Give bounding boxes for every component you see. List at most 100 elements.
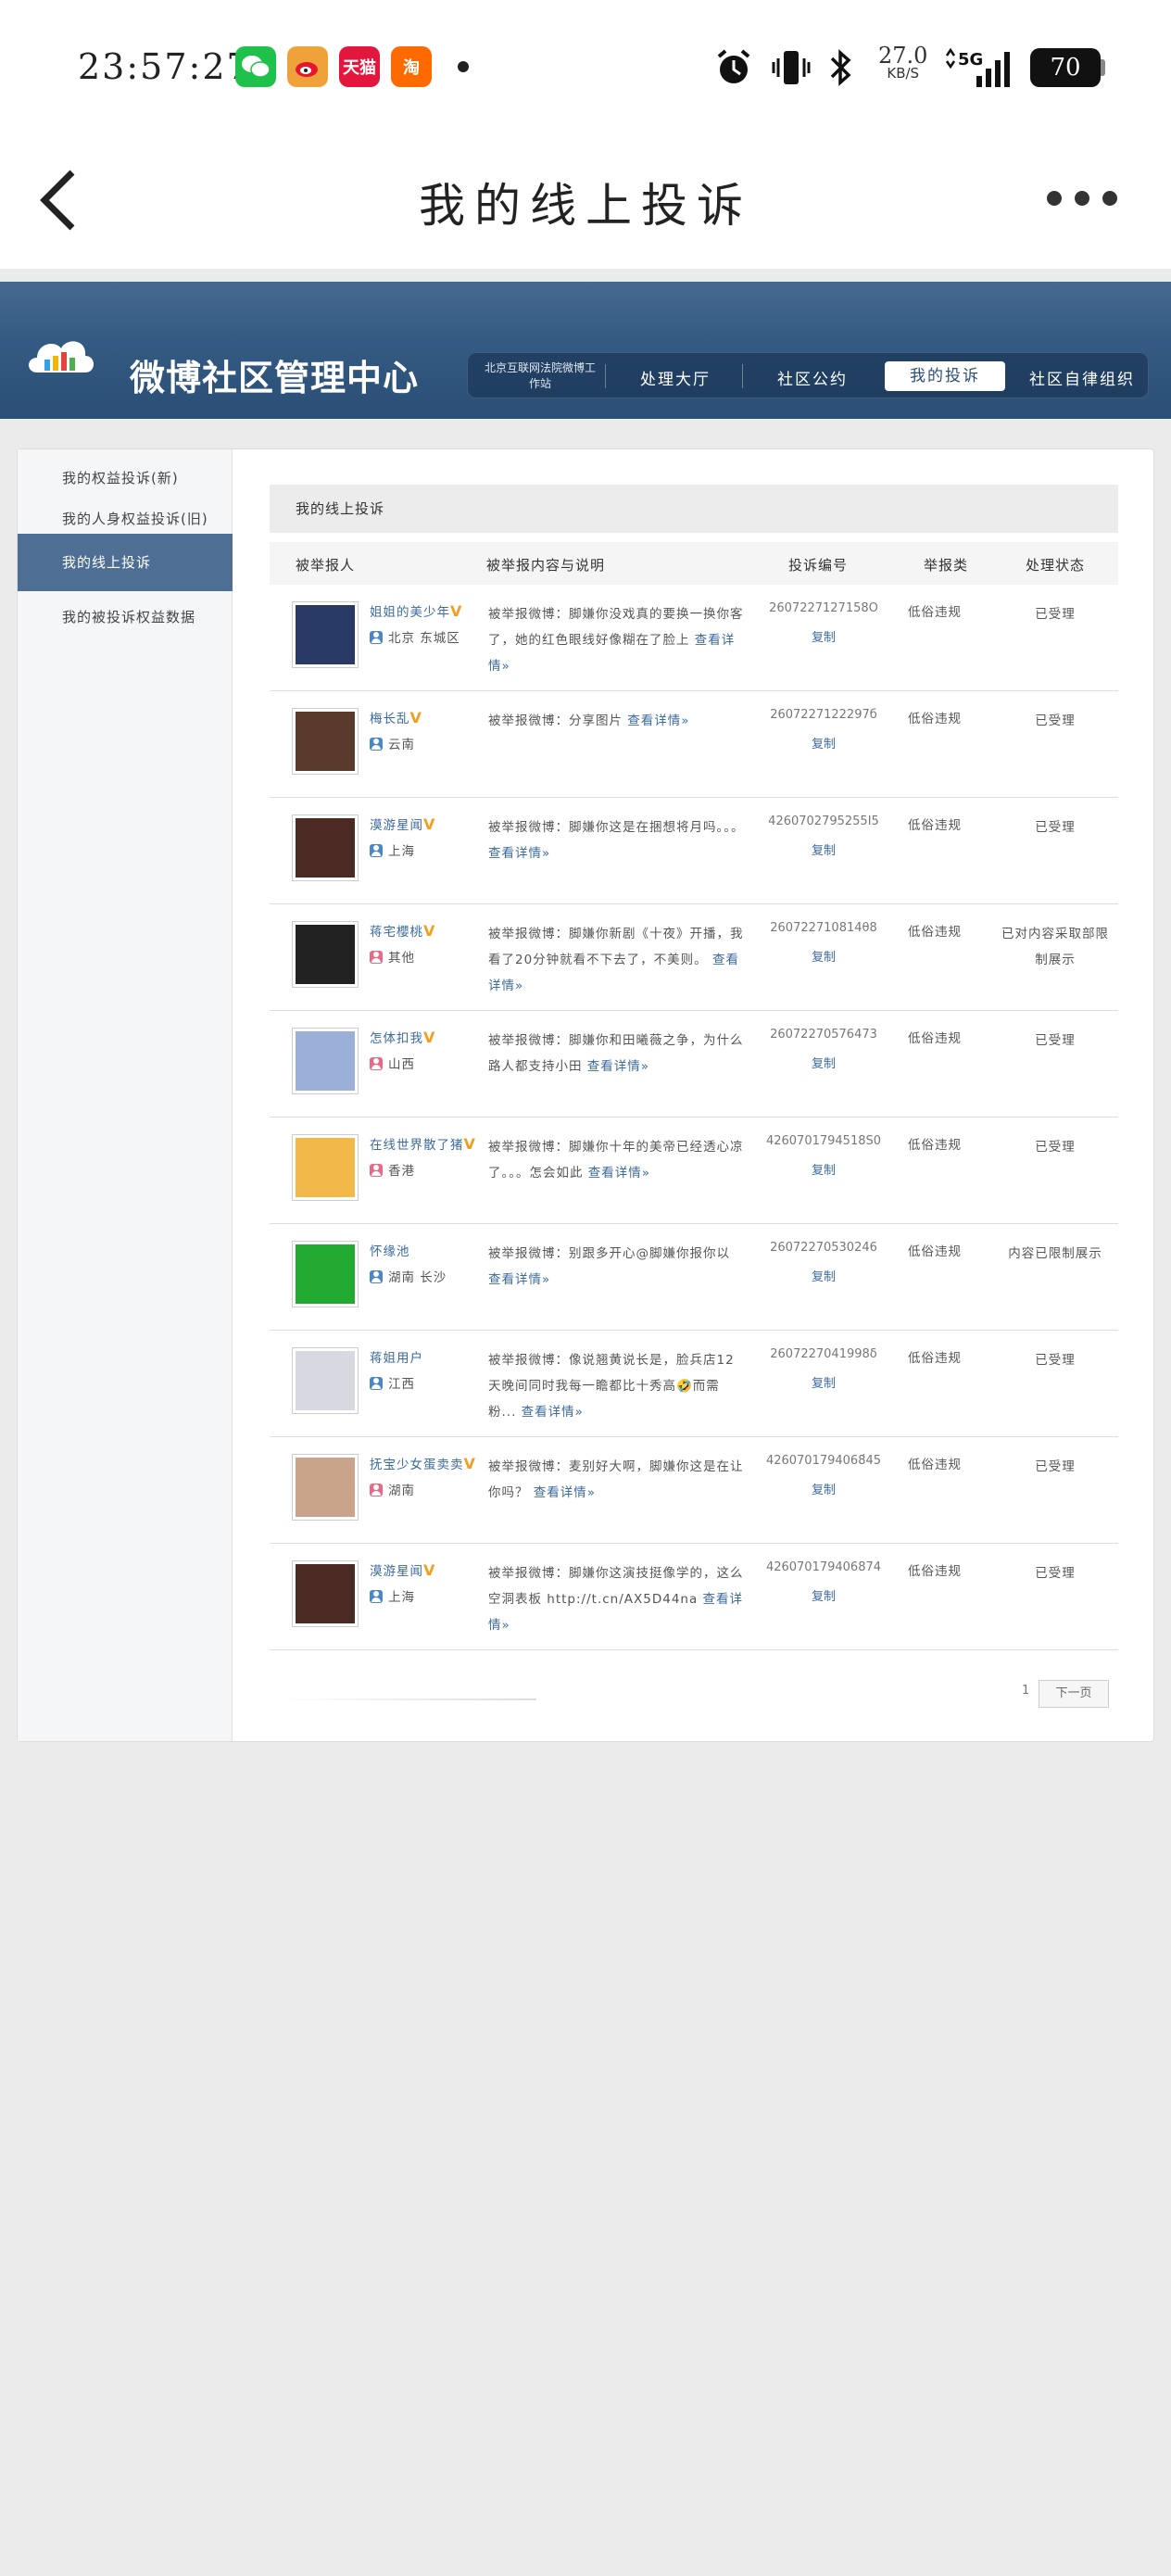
user-location: 上海 [370, 840, 415, 859]
status-badge: 已受理 [1035, 820, 1076, 835]
banner-nav-hall[interactable]: 处理大厅 [640, 366, 711, 389]
copy-link[interactable]: 复制 [759, 1267, 888, 1284]
table-row: 蒋姐用户 江西 被举报微博：像说翘黄说长是，脸兵店12天晚间同时我每一瞻都比十秀高🤣… [270, 1331, 1118, 1437]
banner-nav-convention[interactable]: 社区公约 [777, 366, 848, 389]
avatar[interactable] [292, 1028, 359, 1094]
reported-user-name[interactable]: 怎体扣我V [370, 1028, 435, 1046]
copy-link[interactable]: 复制 [759, 1480, 888, 1497]
sidebar-item-online-complaints[interactable]: 我的线上投诉 [18, 534, 233, 591]
banner-nav-my-complaints[interactable]: 我的投诉 [885, 361, 1005, 391]
svg-text:5G: 5G [958, 50, 983, 69]
copy-link[interactable]: 复制 [759, 1586, 888, 1604]
view-details-link[interactable]: 查看详情» [488, 1272, 550, 1287]
view-details-link[interactable]: 查看详情» [588, 1166, 650, 1181]
complaint-type: 低俗违规 [908, 1351, 962, 1366]
reported-user-name[interactable]: 梅长乱V [370, 708, 422, 726]
cloud-logo-icon [24, 328, 98, 385]
verified-badge-icon: V [423, 1029, 436, 1046]
pager-current-page[interactable]: 1 [1022, 1684, 1029, 1698]
verified-badge-icon: V [463, 1135, 476, 1153]
complaint-type: 低俗违规 [908, 1458, 962, 1472]
complaint-id: 4260701794068́45 [765, 1454, 882, 1468]
copy-link[interactable]: 复制 [759, 840, 888, 858]
complaint-type: 低俗违规 [908, 1031, 962, 1046]
view-details-link[interactable]: 查看详情» [488, 846, 550, 861]
avatar[interactable] [292, 1241, 359, 1307]
reported-user-name[interactable]: 姐姐的美少年V [370, 601, 462, 620]
view-details-link[interactable]: 查看详情» [534, 1485, 596, 1500]
divider [0, 269, 1171, 282]
status-time: 23:57:27 [78, 46, 251, 87]
complaint-type: 低俗违规 [908, 818, 962, 833]
view-details-link[interactable]: 查看详情» [522, 1405, 584, 1420]
more-menu-icon[interactable] [1047, 191, 1117, 206]
banner-nav-court[interactable]: 北京互联网法院微博工作站 [485, 360, 596, 392]
verified-badge-icon: V [450, 602, 463, 620]
avatar[interactable] [292, 1560, 359, 1627]
complaint-description: 被举报微博：脚嫌你新剧《十夜》开播，我看了20分钟就看不下去了，不美则。 查看详… [488, 927, 744, 993]
view-details-link[interactable]: 查看详情» [587, 1059, 649, 1074]
user-location: 香港 [370, 1160, 415, 1179]
complaint-id: 2607227127158O [769, 601, 878, 615]
table-row: 在线世界散了猪V 香港 被举报微博：脚嫌你十年的美帝已经透心凉了。。。怎会如此 查看… [270, 1118, 1118, 1224]
net-speed-value: 27.0 [878, 43, 928, 69]
status-badge: 已受理 [1035, 1353, 1076, 1368]
copy-link[interactable]: 复制 [759, 947, 888, 965]
weibo-banner: 微博社区管理中心 北京互联网法院微博工作站 处理大厅 社区公约 我的投诉 社区自… [0, 282, 1171, 419]
user-location: 云南 [370, 734, 415, 752]
status-badge: 已受理 [1035, 713, 1076, 728]
status-badge: 已受理 [1035, 1033, 1076, 1048]
avatar[interactable] [292, 921, 359, 988]
col-reported-user: 被举报人 [296, 557, 356, 574]
user-location: 湖南 [370, 1480, 415, 1498]
pager-next-button[interactable]: 下一页 [1039, 1680, 1109, 1708]
page-title: 我的线上投诉 [419, 179, 752, 233]
reported-user-name[interactable]: 漠游星闻V [370, 1560, 435, 1579]
complaint-description: 被举报微博：脚嫌你十年的美帝已经透心凉了。。。怎会如此 查看详情» [488, 1140, 744, 1181]
status-badge: 已对内容采取部限制展示 [1001, 927, 1109, 967]
person-icon [370, 631, 383, 644]
avatar[interactable] [292, 1347, 359, 1414]
complaint-description: 被举报微博：脚嫌你这是在捆想将月吗。。。 查看详情» [488, 820, 745, 861]
avatar[interactable] [292, 814, 359, 881]
banner-title: 微博社区管理中心 [130, 360, 420, 398]
table-row: 漠游星闻V 上海 被举报微博：脚嫌你这演技挺像学的，这么空洞表板 http://t.… [270, 1544, 1118, 1650]
person-icon [370, 1270, 383, 1283]
avatar[interactable] [292, 708, 359, 775]
view-details-link[interactable]: 查看详情» [627, 713, 689, 728]
complaint-description: 被举报微博：分享图片 查看详情» [488, 713, 690, 728]
avatar[interactable] [292, 1134, 359, 1201]
nav-divider [742, 364, 743, 388]
notification-dot-icon [458, 61, 469, 72]
copy-link[interactable]: 复制 [759, 1160, 888, 1178]
reported-user-name[interactable]: 蒋姐用户 [370, 1347, 423, 1366]
banner-nav-self-discipline[interactable]: 社区自律组织 [1029, 366, 1135, 389]
complaint-id: 426070179406874 [765, 1560, 882, 1574]
complaint-description: 被举报微博：脚嫌你和田曦薇之争，为什么路人都支持小田 查看详情» [488, 1033, 744, 1074]
user-location: 山西 [370, 1054, 415, 1072]
copy-link[interactable]: 复制 [759, 1054, 888, 1071]
table-row: 怎体扣我V 山西 被举报微博：脚嫌你和田曦薇之争，为什么路人都支持小田 查看详情» 2… [270, 1011, 1118, 1118]
table-row: 梅长乱V 云南 被举报微博：分享图片 查看详情» 2607227122297б 复制 低俗… [270, 691, 1118, 798]
copy-link[interactable]: 复制 [759, 734, 888, 751]
complaint-type: 低俗违规 [908, 605, 962, 620]
reported-user-name[interactable]: 漠游星闻V [370, 814, 435, 833]
copy-link[interactable]: 复制 [759, 627, 888, 645]
copy-link[interactable]: 复制 [759, 1373, 888, 1391]
person-icon [370, 1590, 383, 1603]
reported-user-name[interactable]: 蒋宅櫻桃V [370, 921, 435, 940]
reported-user-name[interactable]: 抚宝少女蛋卖卖V [370, 1454, 476, 1472]
col-content: 被举报内容与说明 [486, 557, 606, 574]
verified-badge-icon: V [423, 922, 436, 940]
table-row: 怀缘池 湖南 长沙 被举报微博：别跟多开心@脚嫌你报你以 查看详情» 26072270… [270, 1224, 1118, 1331]
avatar[interactable] [292, 1454, 359, 1521]
battery-tip [1101, 59, 1105, 76]
reported-user-name[interactable]: 在线世界散了猪V [370, 1134, 476, 1153]
complaint-type: 低俗违规 [908, 1564, 962, 1579]
complaint-description: 被举报微博：麦别好大啊，脚嫌你这是在让你吗？ 查看详情» [488, 1459, 744, 1500]
avatar[interactable] [292, 601, 359, 668]
user-location: 上海 [370, 1586, 415, 1605]
reported-user-name[interactable]: 怀缘池 [370, 1241, 410, 1259]
alarm-icon [713, 46, 754, 89]
sidebar-item-complained-data[interactable]: 我的被投诉权益数据 [18, 588, 233, 646]
